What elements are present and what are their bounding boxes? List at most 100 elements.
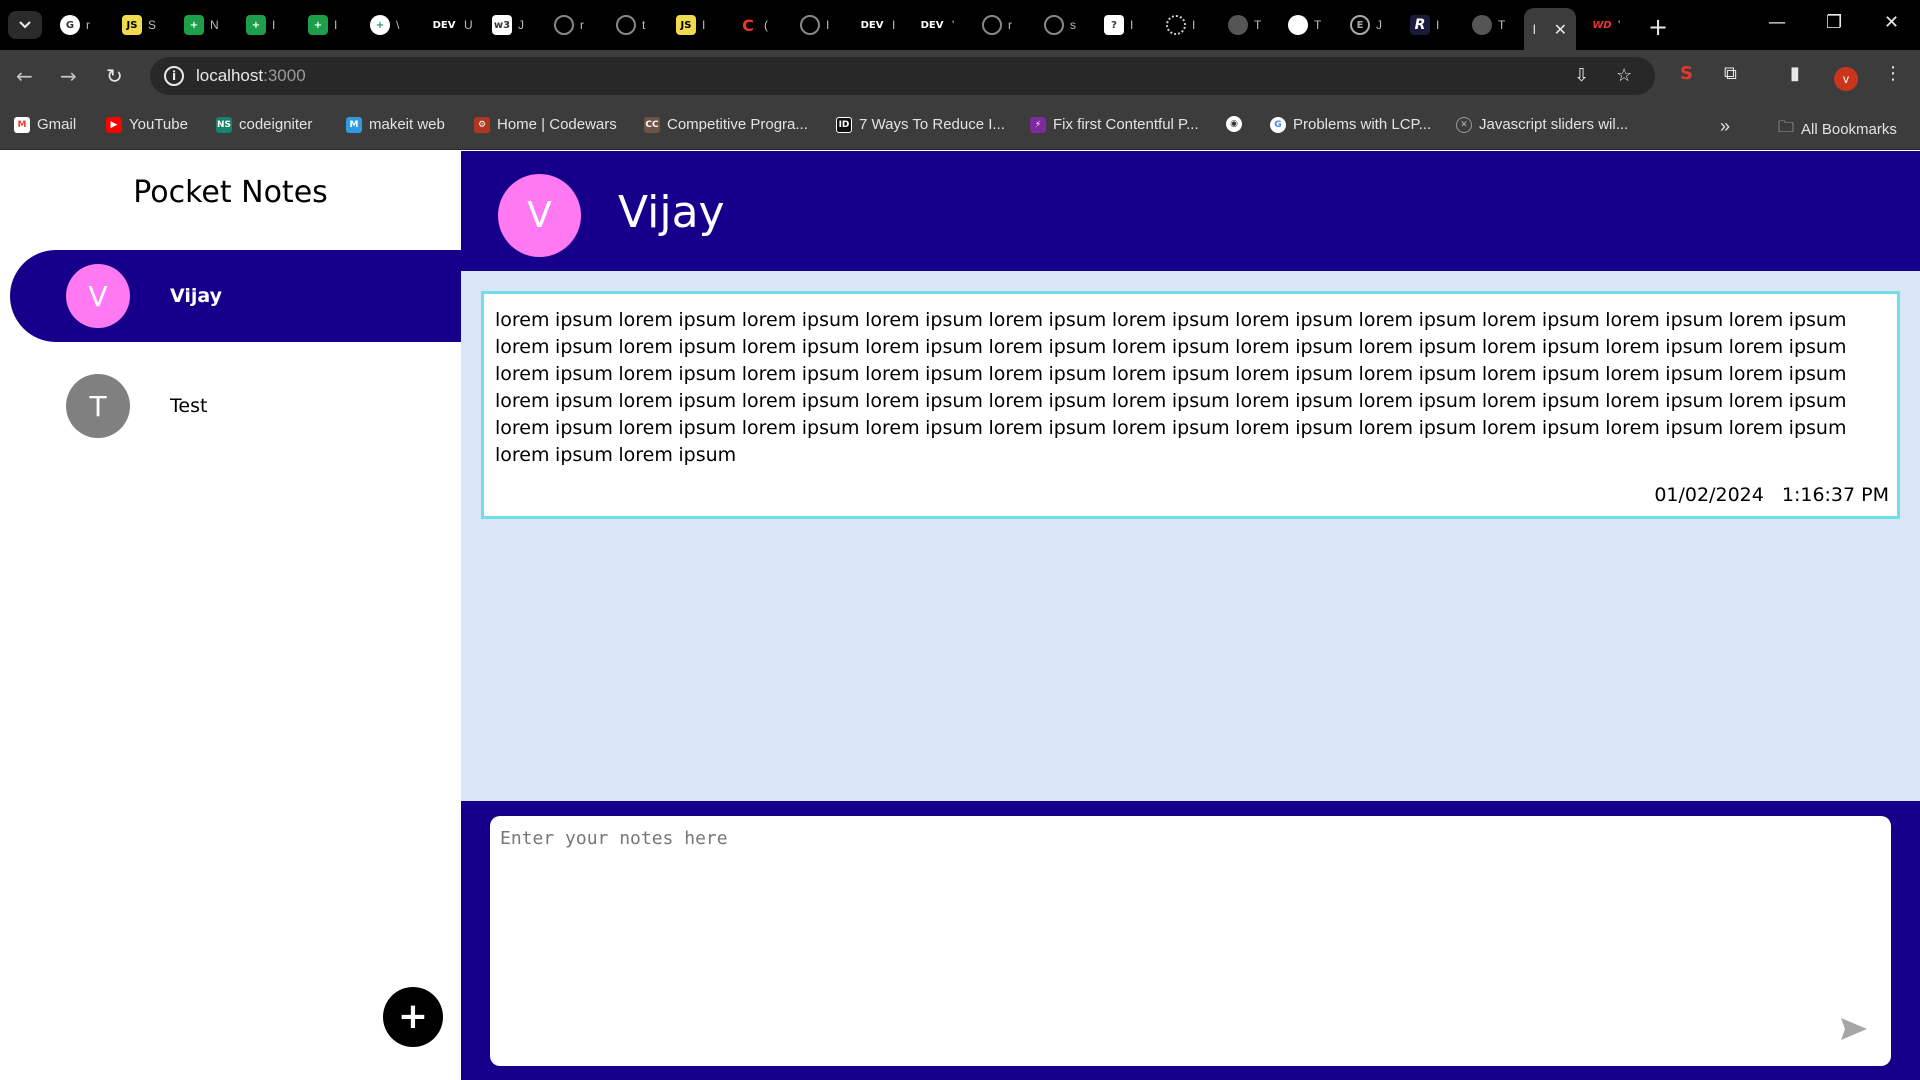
wd-icon: WD (1592, 15, 1612, 35)
browser-tab[interactable]: + I (308, 10, 337, 40)
browser-tab[interactable]: RI (1410, 10, 1439, 40)
codewars-icon: ⚙ (474, 116, 490, 133)
notes-panel: V Vijay lorem ipsum lorem ipsum lorem ip… (461, 151, 1920, 1080)
app-title: Pocket Notes (133, 175, 328, 210)
browser-tab[interactable]: t (616, 10, 645, 40)
bookmarks-bar: M Gmail ▶ YouTube NS codeigniter Mmakeit we… (0, 100, 1920, 150)
note-date: 01/02/2024 (1654, 484, 1764, 506)
close-window-icon[interactable]: ✕ (1884, 12, 1899, 33)
browser-tab[interactable]: w3 J (492, 10, 524, 40)
browser-tab[interactable]: r (554, 10, 584, 40)
add-group-button[interactable]: + (383, 987, 443, 1047)
group-item-vijay[interactable]: V Vijay (10, 250, 461, 342)
browser-tab[interactable]: EJ (1350, 10, 1382, 40)
bookmark-item[interactable]: ◉ (1226, 116, 1242, 132)
note-time: 1:16:37 PM (1781, 484, 1889, 506)
note-card: lorem ipsum lorem ipsum lorem ipsum lore… (481, 291, 1900, 519)
bookmark-item[interactable]: ⚡ Fix first Contentful P... (1030, 116, 1199, 133)
active-tab[interactable]: l ✕ (1524, 8, 1576, 50)
back-icon[interactable]: ← (16, 64, 33, 88)
group-avatar: T (66, 374, 130, 438)
url-text[interactable]: localhost:3000 (196, 66, 306, 86)
minimize-icon[interactable]: — (1768, 12, 1786, 33)
dev-icon: DEV (918, 15, 946, 35)
group-name: Test (170, 395, 208, 417)
sidebar: Pocket Notes V Vijay T Test + (0, 151, 461, 1080)
browser-tab[interactable]: ? I (1104, 10, 1133, 40)
browser-tab[interactable]: s (1044, 10, 1076, 40)
browser-tab-strip: Gr JS S + N + I + I + \ DEV U w3 J r t JS I C( I… (0, 0, 1920, 50)
side-panel-icon[interactable]: ▮ (1790, 63, 1800, 84)
restore-icon[interactable]: ❐ (1826, 12, 1842, 33)
chevron-double-right-icon[interactable]: » (1720, 116, 1730, 137)
install-app-icon[interactable]: ⇩ (1574, 65, 1589, 86)
bookmark-item[interactable]: ✕ Javascript sliders wil... (1456, 116, 1628, 133)
loading-icon (1166, 15, 1186, 35)
browser-tab[interactable]: DEV ' (918, 10, 954, 40)
gmail-icon: M (14, 116, 30, 133)
browser-tab[interactable]: T (1288, 10, 1321, 40)
bookmark-item[interactable]: G Problems with LCP... (1270, 116, 1431, 133)
bookmark-item[interactable]: CC Competitive Progra... (644, 116, 808, 133)
browser-tab[interactable]: DEV U (430, 10, 473, 40)
bookmark-item[interactable]: ▶ YouTube (106, 116, 188, 133)
reload-icon[interactable]: ↻ (106, 64, 123, 88)
globe-icon (1472, 15, 1492, 35)
browser-tab[interactable]: WD ' (1592, 10, 1620, 40)
header-group-name: Vijay (618, 187, 725, 238)
bookmark-item[interactable]: ID 7 Ways To Reduce I... (836, 116, 1005, 133)
ns-icon: NS (216, 116, 232, 133)
all-bookmarks[interactable]: 🗀 All Bookmarks (1778, 116, 1897, 143)
browser-tab[interactable]: T (1472, 10, 1505, 40)
extension-s-icon[interactable]: S (1680, 63, 1693, 84)
dev-icon: DEV (430, 15, 458, 35)
note-composer (461, 801, 1920, 1080)
dev-icon: DEV (858, 15, 886, 35)
github-icon (554, 15, 574, 35)
send-button[interactable] (1839, 1016, 1869, 1047)
bookmark-star-icon[interactable]: ☆ (1616, 65, 1632, 86)
globe-icon (1228, 15, 1248, 35)
sheets-icon: + (184, 15, 204, 35)
browser-tab[interactable]: r (982, 10, 1012, 40)
extensions-icon[interactable]: ⧉ (1724, 63, 1737, 84)
browser-tab[interactable]: JS I (676, 10, 705, 40)
lighthouse-icon: ⚡ (1030, 116, 1046, 133)
profile-avatar[interactable]: v (1834, 67, 1858, 91)
tab-search-button[interactable] (8, 11, 42, 39)
browser-tab[interactable]: I (1166, 10, 1195, 40)
sheets-icon: + (246, 15, 266, 35)
js-icon: JS (122, 15, 142, 35)
close-icon[interactable]: ✕ (1554, 20, 1567, 39)
browser-tab[interactable]: + N (184, 10, 219, 40)
github-icon (616, 15, 636, 35)
github-icon (1044, 15, 1064, 35)
google-icon: G (1270, 116, 1286, 133)
forward-icon[interactable]: → (60, 64, 77, 88)
group-name: Vijay (170, 285, 223, 307)
address-bar[interactable]: i localhost:3000 ⇩ ☆ (150, 57, 1655, 95)
bookmark-item[interactable]: ⚙ Home | Codewars (474, 116, 617, 133)
new-tab-icon[interactable]: + (1648, 13, 1668, 41)
x-circle-icon: ✕ (1456, 116, 1472, 133)
browser-tab[interactable]: + I (246, 10, 275, 40)
bookmark-item[interactable]: NS codeigniter (216, 116, 312, 133)
note-input[interactable] (490, 816, 1891, 1066)
browser-tab[interactable]: I (800, 10, 829, 40)
menu-icon[interactable]: ⋮ (1884, 63, 1902, 84)
browser-tab[interactable]: Gr (60, 10, 90, 40)
note-timestamp: 01/02/2024 1:16:37 PM (1654, 484, 1889, 506)
bookmark-item[interactable]: M Gmail (14, 116, 76, 133)
github-icon (800, 15, 820, 35)
group-item-test[interactable]: T Test (10, 360, 461, 452)
browser-tab[interactable]: T (1228, 10, 1261, 40)
bookmark-item[interactable]: Mmakeit web (346, 116, 445, 133)
browser-tab[interactable]: DEV I (858, 10, 895, 40)
app-icon (1288, 15, 1308, 35)
browser-tab[interactable]: JS S (122, 10, 156, 40)
browser-tab[interactable]: C( (738, 10, 768, 40)
youtube-icon: ▶ (106, 116, 122, 133)
site-info-icon[interactable]: i (164, 66, 184, 86)
browser-tab[interactable]: + \ (370, 10, 399, 40)
browser-toolbar: ← → ↻ i localhost:3000 ⇩ ☆ S ⧉ ▮ ⋮ (0, 50, 1920, 100)
